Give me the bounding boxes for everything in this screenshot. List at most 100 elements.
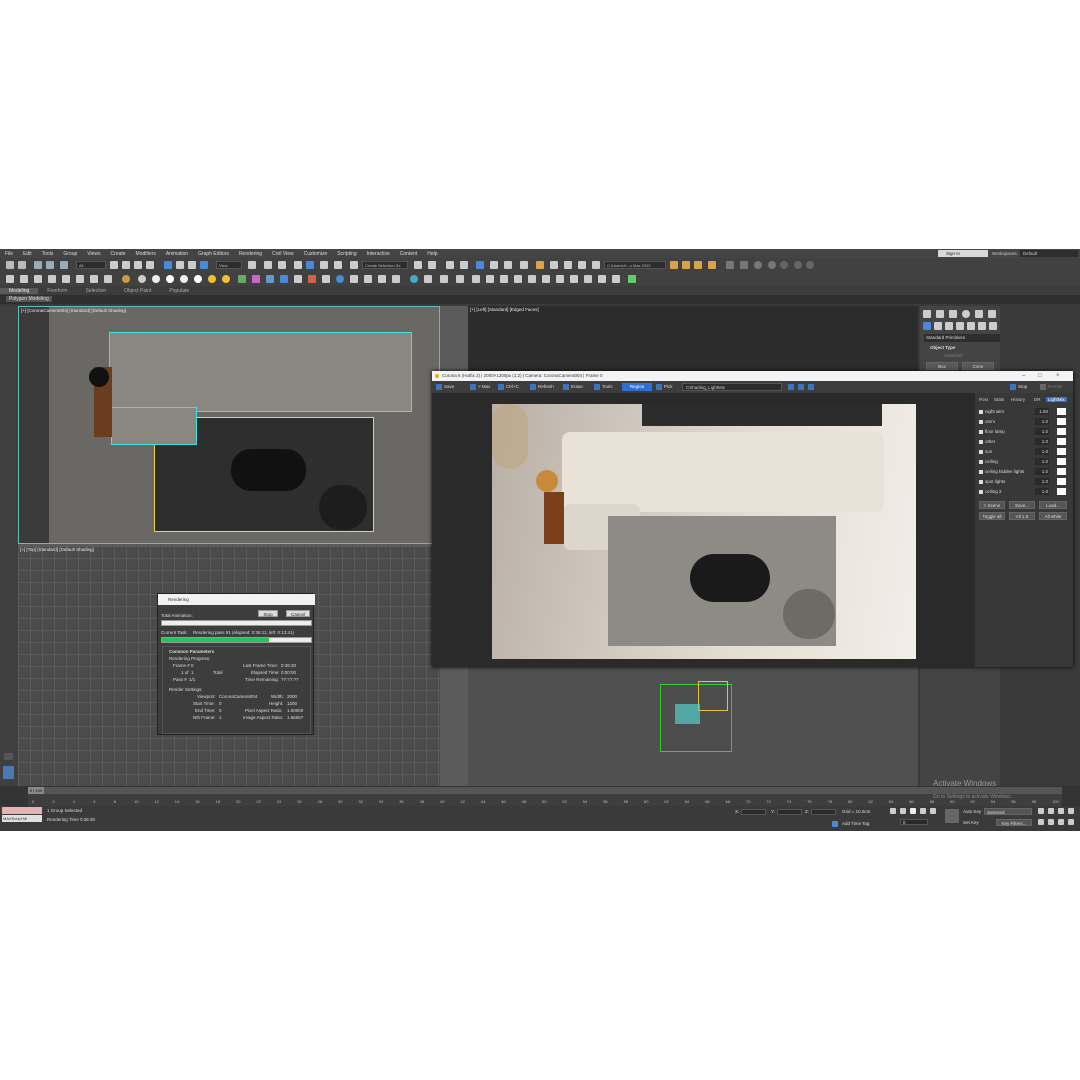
lightmix-color[interactable]	[1057, 448, 1066, 455]
lightmix-checkbox[interactable]	[979, 469, 983, 474]
zoom-all-icon[interactable]	[1048, 808, 1054, 814]
menu-scripting[interactable]: Scripting	[332, 251, 361, 257]
select-manipulate-icon[interactable]	[264, 261, 272, 269]
scene-folder-icon[interactable]	[708, 261, 716, 269]
shapes-icon[interactable]	[934, 322, 942, 330]
corona-raymode-icon[interactable]	[584, 275, 592, 283]
tab-stats[interactable]: Stats	[994, 397, 1004, 402]
zoom-extents-icon[interactable]	[1058, 808, 1064, 814]
selection-filter[interactable]: All	[76, 261, 106, 269]
tab-post[interactable]: Post	[979, 397, 988, 402]
corona-triplanar-icon[interactable]	[542, 275, 550, 283]
redo-icon[interactable]	[18, 261, 26, 269]
menu-customize[interactable]: Customize	[299, 251, 333, 257]
keyboard-shortcut-icon[interactable]	[278, 261, 286, 269]
corona-tool-7-icon[interactable]	[806, 261, 814, 269]
corona-sphere-icon[interactable]	[180, 275, 188, 283]
display-tab-icon[interactable]	[975, 310, 983, 318]
lightmix-value[interactable]: 1.0	[1035, 478, 1049, 485]
lightmix-color[interactable]	[1057, 438, 1066, 445]
rect-selection-icon[interactable]	[134, 261, 142, 269]
corona-decal-icon[interactable]	[90, 275, 98, 283]
menu-edit[interactable]: Edit	[18, 251, 37, 257]
current-frame-field[interactable]: 0	[900, 819, 928, 825]
layer-explorer-icon[interactable]	[446, 261, 454, 269]
rendered-frame-window-icon[interactable]	[536, 261, 544, 269]
save-folder-icon[interactable]	[694, 261, 702, 269]
corona-chevron-icon[interactable]	[628, 275, 636, 283]
common-parameters-title[interactable]: Common Parameters	[169, 649, 214, 655]
rotate-icon[interactable]	[176, 261, 184, 269]
corona-light-object-icon[interactable]	[222, 275, 230, 283]
cameras-icon[interactable]	[956, 322, 964, 330]
object-type-rollout[interactable]: Object Type	[924, 344, 955, 352]
rendered-image[interactable]	[492, 404, 916, 659]
tab-modeling[interactable]: Modeling	[0, 287, 39, 294]
placement-icon[interactable]	[200, 261, 208, 269]
corona-sun-object-icon[interactable]	[208, 275, 216, 283]
minimize-icon[interactable]: –	[1022, 371, 1025, 381]
menu-tools[interactable]: Tools	[37, 251, 59, 257]
tab-freeform[interactable]: Freeform	[38, 288, 76, 294]
pan-icon[interactable]	[1048, 819, 1054, 825]
move-icon[interactable]	[164, 261, 172, 269]
corona-shadow-icon[interactable]	[392, 275, 400, 283]
primitive-category-select[interactable]: Standard Primitives	[924, 334, 1000, 342]
menu-modifiers[interactable]: Modifiers	[131, 251, 161, 257]
spinner-snap-icon[interactable]	[334, 261, 342, 269]
lightmix-checkbox[interactable]	[979, 439, 983, 444]
render-stop-button[interactable]: Stop	[258, 610, 278, 617]
time-slider[interactable]: 0 / 100	[28, 787, 1062, 794]
corona-disk-icon[interactable]	[194, 275, 202, 283]
corona-sky-map-icon[interactable]	[598, 275, 606, 283]
percent-snap-icon[interactable]	[320, 261, 328, 269]
corona-globe-icon[interactable]	[336, 275, 344, 283]
lightmix-color[interactable]	[1057, 488, 1066, 495]
lightmix-load-button[interactable]: Load...	[1039, 501, 1067, 509]
corona-sky-icon[interactable]	[138, 275, 146, 283]
fov-icon[interactable]	[1038, 819, 1044, 825]
select-by-name-icon[interactable]	[122, 261, 130, 269]
zoom-fit-button[interactable]	[808, 383, 816, 391]
add-time-tag[interactable]: Add Time Tag	[842, 821, 869, 826]
vfb-max-button[interactable]: > Max	[470, 383, 490, 391]
pivot-icon[interactable]	[248, 261, 256, 269]
named-selection-set[interactable]: Create Selection Se	[362, 261, 408, 269]
vfb-stop-button[interactable]: Stop	[1010, 383, 1027, 391]
key-mode-icon[interactable]	[945, 809, 959, 823]
lightmix-checkbox[interactable]	[979, 409, 983, 414]
camera-viewport[interactable]: [+] [CoronaCamera004] [Standard] [Defaul…	[18, 306, 440, 544]
scale-icon[interactable]	[188, 261, 196, 269]
lightmix-checkbox[interactable]	[979, 449, 983, 454]
toggle-all-button[interactable]: Toggle all	[979, 512, 1005, 520]
render-cloud-icon[interactable]	[578, 261, 586, 269]
maximize-icon[interactable]: □	[1038, 371, 1042, 381]
menu-create[interactable]: Create	[106, 251, 131, 257]
render-active-shade-icon[interactable]	[592, 261, 600, 269]
helpers-icon[interactable]	[967, 322, 975, 330]
corona-scatter-icon[interactable]	[76, 275, 84, 283]
lightmix-value[interactable]: 1.0	[1035, 438, 1049, 445]
corona-light-icon[interactable]	[34, 275, 42, 283]
corona-tool-6-icon[interactable]	[794, 261, 802, 269]
undo-icon[interactable]	[6, 261, 14, 269]
corona-fog-icon[interactable]	[152, 275, 160, 283]
corona-tool-3-icon[interactable]	[754, 261, 762, 269]
vfb-region-button[interactable]: Region	[622, 383, 652, 391]
corona-material-icon[interactable]	[122, 275, 130, 283]
zoom-out-button[interactable]	[798, 383, 806, 391]
to-scene-button[interactable]: > Scene	[979, 501, 1005, 509]
edit-named-sets-icon[interactable]	[350, 261, 358, 269]
corona-bulb-icon[interactable]	[410, 275, 418, 283]
lightmix-value[interactable]: 1.0	[1035, 418, 1049, 425]
lightmix-color[interactable]	[1057, 408, 1066, 415]
vfb-erase-button[interactable]: Erase	[563, 383, 583, 391]
menu-file[interactable]: File	[0, 251, 18, 257]
time-tag-icon[interactable]	[832, 821, 838, 827]
vfb-save-button[interactable]: Save	[436, 383, 454, 391]
corona-error-icon[interactable]	[308, 275, 316, 283]
corona-cam-icon[interactable]	[294, 275, 302, 283]
window-crossing-icon[interactable]	[146, 261, 154, 269]
x-coordinate-field[interactable]	[741, 809, 766, 815]
corona-lightmix-icon[interactable]	[252, 275, 260, 283]
